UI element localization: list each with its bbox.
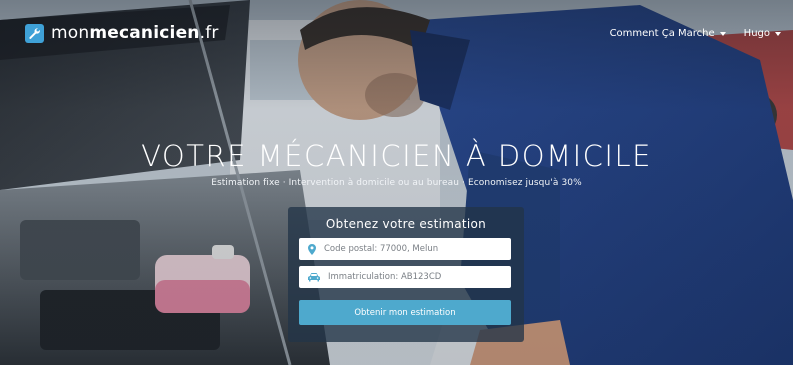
registration-input[interactable] xyxy=(328,272,498,282)
car-icon xyxy=(308,272,320,281)
get-estimate-button[interactable]: Obtenir mon estimation xyxy=(299,300,511,325)
registration-field[interactable] xyxy=(299,266,511,288)
estimate-card-title: Obtenez votre estimation xyxy=(325,217,487,231)
landing-page: monmecanicien.fr Comment Ça Marche Hugo … xyxy=(0,0,793,365)
nav-user-menu[interactable]: Hugo xyxy=(744,28,781,39)
caret-down-icon xyxy=(775,32,781,36)
nav-comment-ca-marche[interactable]: Comment Ça Marche xyxy=(610,28,726,39)
nav-label: Hugo xyxy=(743,28,770,39)
postal-code-field[interactable] xyxy=(299,238,511,260)
site-logo[interactable]: monmecanicien.fr xyxy=(25,23,219,43)
caret-down-icon xyxy=(719,32,726,36)
map-marker-icon xyxy=(308,243,316,255)
wrench-icon xyxy=(25,23,44,43)
top-navigation: Comment Ça Marche Hugo xyxy=(610,28,781,39)
logo-text: monmecanicien.fr xyxy=(51,23,219,43)
estimate-form: Obtenez votre estimation Obtenir mon est… xyxy=(288,0,524,365)
postal-code-input[interactable] xyxy=(324,244,494,254)
nav-label: Comment Ça Marche xyxy=(609,28,715,39)
